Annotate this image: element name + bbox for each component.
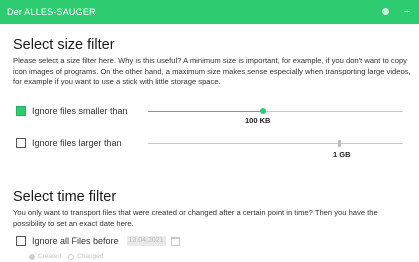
minimize-icon: – [404,5,410,17]
ignore-before-checkbox[interactable] [16,236,26,246]
window-controls: – [378,4,414,18]
created-radio-label: Created [38,253,62,260]
max-size-checkbox[interactable] [16,138,26,148]
max-size-slider[interactable] [148,140,403,147]
size-filter-heading: Select size filter [13,37,115,53]
min-size-label: Ignore files smaller than [32,106,128,116]
max-size-value: 1 GB [333,150,351,159]
ignore-before-label: Ignore all Files before [32,236,119,246]
max-size-row: Ignore files larger than [16,138,122,148]
changed-radio-label: Changed [77,253,104,260]
min-size-slider-fill [148,111,263,112]
created-radio[interactable] [29,253,35,260]
ignore-before-row: Ignore all Files before 13.04.2021 [16,236,180,246]
min-size-slider-thumb[interactable] [259,108,266,114]
minimize-button[interactable]: – [400,4,414,18]
min-size-value: 100 KB [245,116,271,125]
date-type-options: Created Changed [29,253,104,260]
min-size-row: Ignore files smaller than [16,106,128,116]
max-size-slider-thumb[interactable] [337,140,341,147]
max-size-label: Ignore files larger than [32,138,122,148]
calendar-icon[interactable] [170,236,180,246]
size-filter-description: Please select a size filter here. Why is… [13,56,411,86]
window-title: Der ALLES-SAUGER [7,7,96,17]
dot-icon [381,7,389,15]
time-filter-section: Select time filter You only want to tran… [13,189,411,229]
changed-radio[interactable] [68,253,75,260]
date-input[interactable]: 13.04.2021 [126,236,166,246]
min-size-checkbox[interactable] [16,106,26,116]
title-bar: Der ALLES-SAUGER – [0,0,419,24]
min-size-slider[interactable] [148,108,403,114]
time-filter-heading: Select time filter [13,189,117,205]
size-filter-section: Select size filter Please select a size … [13,37,411,88]
time-filter-description: You only want to transport files that we… [13,208,378,228]
settings-button[interactable] [378,4,392,18]
